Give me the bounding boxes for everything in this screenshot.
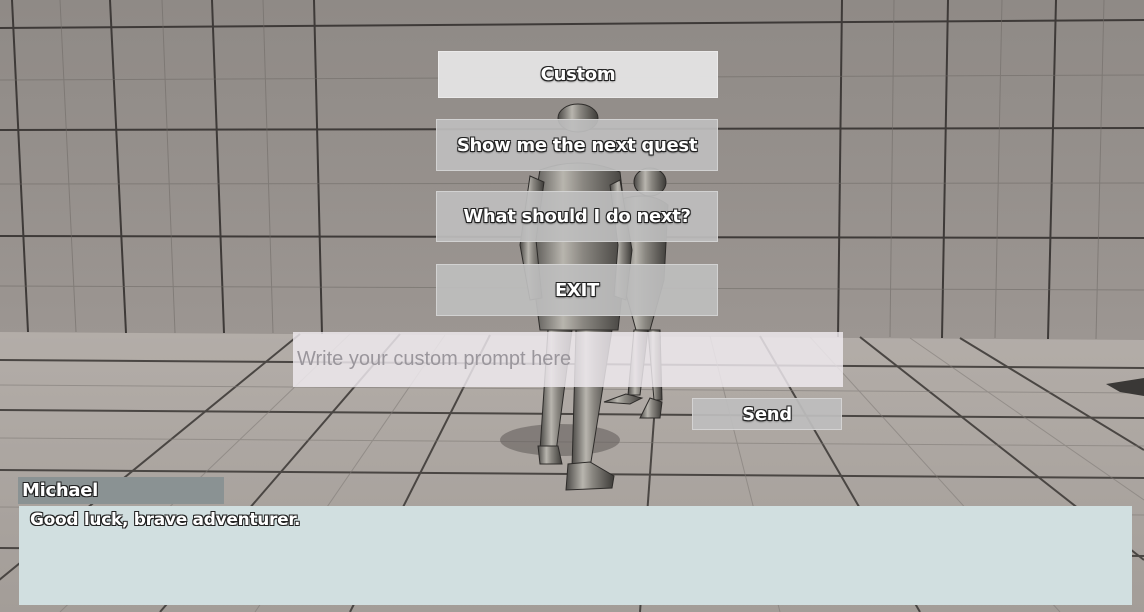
exit-button[interactable]: EXIT — [436, 264, 718, 316]
exit-button-label: EXIT — [555, 279, 599, 301]
dialogue-text: Good luck, brave adventurer. — [30, 510, 301, 530]
send-button[interactable]: Send — [692, 398, 842, 430]
mannequin-shadow — [500, 424, 620, 456]
dialogue-box: Good luck, brave adventurer. — [19, 506, 1132, 605]
speaker-name-plate: Michael — [18, 477, 224, 504]
custom-prompt-input[interactable] — [293, 332, 843, 387]
show-next-quest-button-label: Show me the next quest — [456, 134, 698, 156]
custom-button-label: Custom — [540, 64, 616, 85]
speaker-name: Michael — [22, 480, 98, 501]
what-next-button-label: What should I do next? — [463, 206, 691, 227]
game-viewport: Custom Show me the next quest What shoul… — [0, 0, 1144, 612]
custom-button[interactable]: Custom — [438, 51, 718, 98]
send-button-label: Send — [742, 403, 792, 425]
show-next-quest-button[interactable]: Show me the next quest — [436, 119, 718, 171]
what-next-button[interactable]: What should I do next? — [436, 191, 718, 242]
